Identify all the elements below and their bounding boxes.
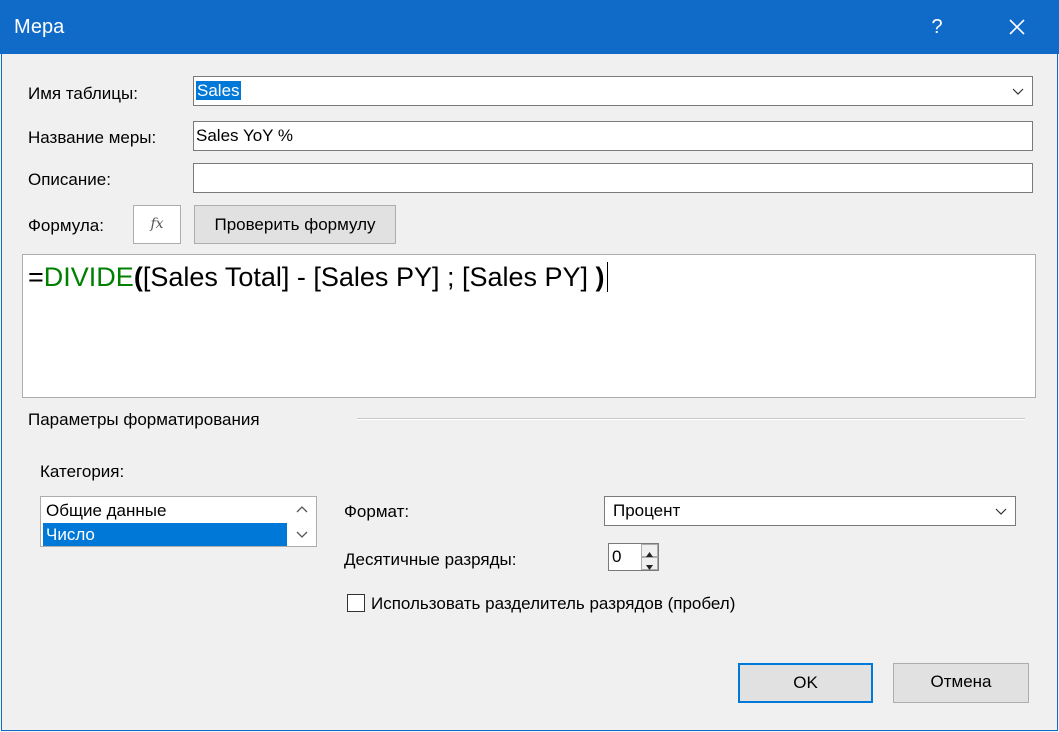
thousands-separator-checkbox[interactable]: [347, 594, 365, 612]
description-input[interactable]: [193, 163, 1033, 193]
scroll-down-icon[interactable]: [291, 523, 313, 545]
formatting-section-label: Параметры форматирования: [28, 410, 260, 429]
cancel-button[interactable]: Отмена: [893, 663, 1029, 703]
insert-function-button[interactable]: fx: [133, 205, 181, 244]
check-formula-button[interactable]: Проверить формулу: [194, 205, 396, 244]
table-name-label: Имя таблицы:: [28, 84, 138, 103]
fx-icon: fx: [150, 216, 164, 232]
category-item-number[interactable]: Число: [43, 523, 287, 546]
formula-args: [Sales Total] - [Sales PY] ; [Sales PY]: [142, 262, 596, 292]
description-label: Описание:: [28, 170, 111, 189]
measure-name-label: Название меры:: [28, 128, 157, 147]
close-button[interactable]: [998, 8, 1036, 46]
chevron-down-icon: [1012, 88, 1024, 95]
measure-name-input[interactable]: Sales YoY %: [193, 121, 1033, 151]
formula-label: Формула:: [28, 216, 104, 235]
category-label: Категория:: [40, 462, 125, 481]
window-title: Мера: [14, 16, 65, 38]
decimals-stepper[interactable]: 0: [608, 543, 659, 571]
decimals-value: 0: [612, 547, 622, 566]
stepper-up-button[interactable]: [641, 544, 658, 557]
stepper-down-button[interactable]: [641, 557, 658, 570]
close-icon: [1009, 19, 1025, 35]
title-bar: Мера ?: [0, 0, 1059, 54]
format-value: Процент: [613, 501, 681, 520]
formula-editor[interactable]: =DIVIDE([Sales Total] - [Sales PY] ; [Sa…: [22, 254, 1036, 398]
formula-close-paren: ): [595, 262, 605, 292]
thousands-separator-label[interactable]: Использовать разделитель разрядов (пробе…: [371, 594, 735, 614]
format-dropdown[interactable]: Процент: [604, 496, 1016, 526]
table-name-value: Sales: [196, 81, 241, 100]
category-listbox[interactable]: Общие данные Число: [40, 496, 317, 547]
ok-button[interactable]: OK: [738, 663, 873, 703]
help-button[interactable]: ?: [920, 10, 954, 44]
formula-prefix: =: [28, 262, 44, 292]
text-caret: [606, 262, 608, 292]
section-divider: [357, 418, 1025, 420]
caret-down-icon: [646, 565, 653, 570]
category-item-general[interactable]: Общие данные: [43, 499, 287, 522]
table-name-dropdown[interactable]: Sales: [193, 76, 1033, 106]
format-label: Формат:: [344, 502, 410, 521]
scroll-up-icon[interactable]: [291, 499, 313, 521]
formula-function: DIVIDE: [43, 262, 134, 292]
decimals-label: Десятичные разряды:: [344, 550, 517, 569]
chevron-down-icon: [995, 508, 1007, 515]
formula-open-paren: (: [133, 262, 143, 292]
